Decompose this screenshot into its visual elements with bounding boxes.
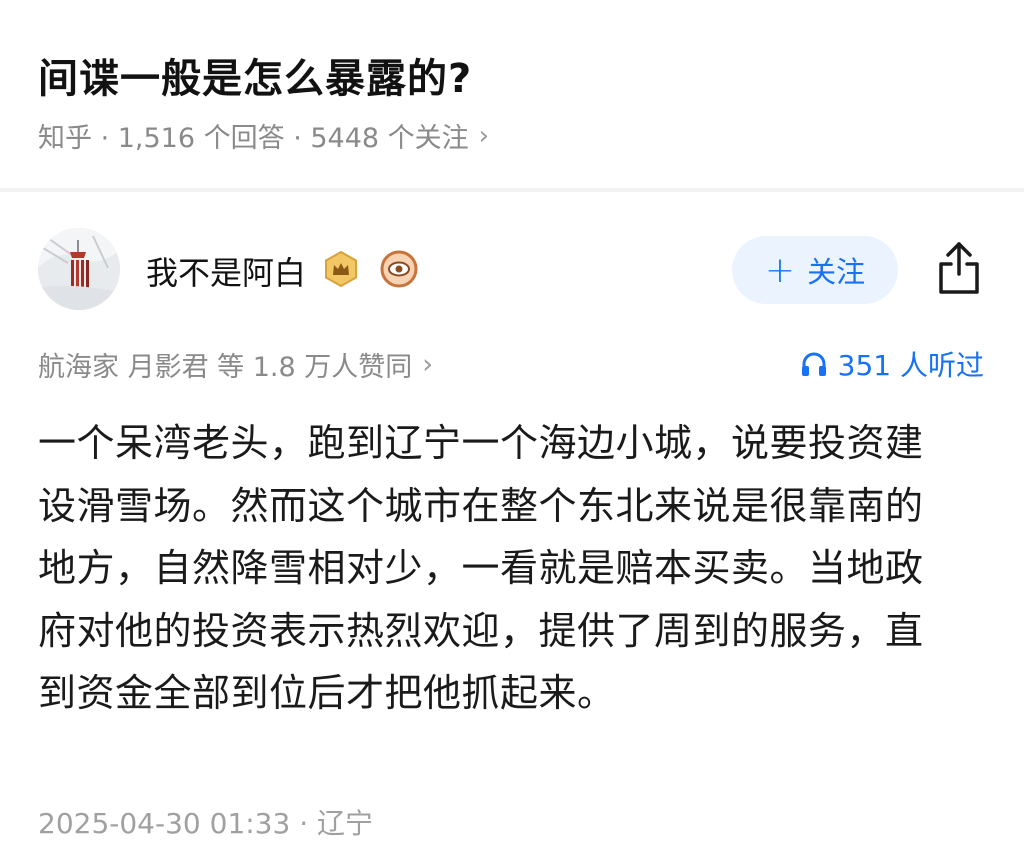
follow-button[interactable]: + 关注 bbox=[732, 236, 898, 304]
chevron-right-icon: › bbox=[422, 349, 434, 380]
share-icon[interactable] bbox=[934, 240, 984, 296]
answer-timestamp: 2025-04-30 01:33 · 辽宁 bbox=[38, 807, 374, 840]
upvote-text: 航海家 月影君 等 1.8 万人赞同 bbox=[38, 352, 413, 383]
question-meta[interactable]: 知乎 · 1,516 个回答 · 5448 个关注 › bbox=[38, 116, 489, 155]
upvote-info[interactable]: 航海家 月影君 等 1.8 万人赞同 › bbox=[38, 345, 433, 384]
answer-line: 府对他的投资表示热烈欢迎，提供了周到的服务，直 bbox=[38, 608, 924, 653]
question-title: 间谍一般是怎么暴露的? bbox=[38, 56, 473, 102]
section-divider bbox=[0, 188, 1024, 192]
headphones-icon bbox=[801, 352, 826, 376]
plus-icon: + bbox=[764, 249, 796, 291]
avatar[interactable] bbox=[38, 228, 120, 310]
author-name[interactable]: 我不是阿白 bbox=[146, 248, 306, 294]
answer-body[interactable]: 一个呆湾老头，跑到辽宁一个海边小城，说要投资建 设滑雪场。然而这个城市在整个东北… bbox=[38, 412, 958, 725]
avatar-image bbox=[38, 228, 120, 310]
chevron-right-icon: › bbox=[478, 120, 490, 151]
eye-badge-icon bbox=[380, 250, 418, 288]
answer-line: 地方，自然降雪相对少，一看就是赔本买卖。当地政 bbox=[38, 546, 924, 590]
answer-line: 设滑雪场。然而这个城市在整个东北来说是很靠南的 bbox=[38, 483, 924, 528]
listen-count: 351 人听过 bbox=[837, 349, 984, 382]
answer-line: 一个呆湾老头，跑到辽宁一个海边小城，说要投资建 bbox=[38, 421, 924, 465]
question-meta-text: 知乎 · 1,516 个回答 · 5448 个关注 bbox=[38, 123, 469, 154]
follow-label: 关注 bbox=[807, 255, 866, 289]
answer-line: 到资金全部到位后才把他抓起来。 bbox=[38, 671, 616, 715]
listen-info[interactable]: 351 人听过 bbox=[800, 344, 984, 384]
crown-badge-icon bbox=[325, 250, 357, 288]
